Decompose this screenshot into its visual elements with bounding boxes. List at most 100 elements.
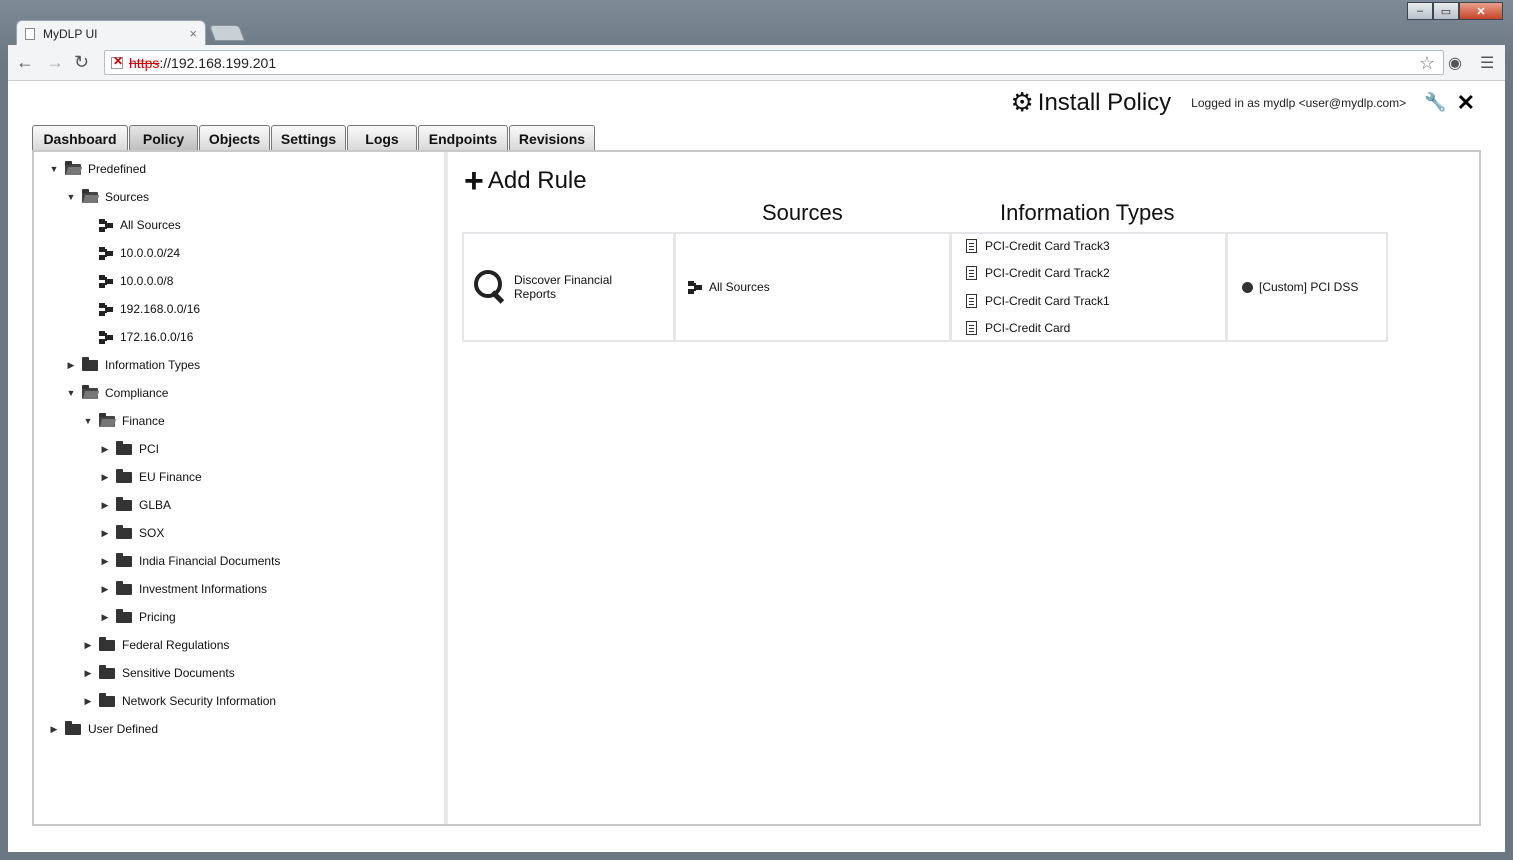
tree-label: India Financial Documents bbox=[139, 554, 281, 568]
network-icon bbox=[688, 280, 702, 294]
rule-information-types-cell[interactable]: PCI-Credit Card Track3 PCI-Credit Card T… bbox=[952, 234, 1228, 340]
collapsed-arrow-icon[interactable]: ▶ bbox=[82, 696, 94, 707]
collapsed-arrow-icon[interactable]: ▶ bbox=[99, 612, 111, 623]
tree-node-source[interactable]: All Sources bbox=[99, 215, 181, 235]
collapsed-arrow-icon[interactable]: ▶ bbox=[99, 528, 111, 539]
tree-node-investment-informations[interactable]: ▶ Investment Informations bbox=[99, 579, 267, 599]
collapsed-arrow-icon[interactable]: ▶ bbox=[82, 668, 94, 679]
tab-revisions[interactable]: Revisions bbox=[509, 125, 595, 151]
expanded-arrow-icon[interactable]: ▼ bbox=[82, 416, 94, 426]
insecure-lock-icon bbox=[111, 54, 123, 69]
folder-icon bbox=[99, 664, 115, 679]
tree-node-information-types[interactable]: ▶ Information Types bbox=[65, 355, 200, 375]
tree-label: GLBA bbox=[139, 498, 172, 512]
rule-row[interactable]: Discover Financial Reports All Sources P… bbox=[462, 232, 1388, 342]
folder-open-icon bbox=[82, 188, 98, 203]
address-bar[interactable]: https ://192.168.199.201 ☆ bbox=[104, 50, 1444, 75]
new-tab-button[interactable] bbox=[209, 25, 245, 41]
tab-settings[interactable]: Settings bbox=[271, 125, 346, 151]
install-policy-button[interactable]: ⚙ Install Policy bbox=[1010, 87, 1171, 118]
browser-tab[interactable]: MyDLP UI × bbox=[16, 20, 206, 46]
collapsed-arrow-icon[interactable]: ▶ bbox=[65, 360, 77, 371]
document-icon bbox=[966, 239, 977, 253]
tab-close-icon[interactable]: × bbox=[189, 26, 197, 41]
folder-icon bbox=[116, 580, 132, 595]
tree-node-pci[interactable]: ▶ PCI bbox=[99, 439, 159, 459]
tree-node-pricing[interactable]: ▶ Pricing bbox=[99, 607, 176, 627]
folder-open-icon bbox=[99, 412, 115, 427]
info-type-item[interactable]: PCI-Credit Card bbox=[966, 320, 1110, 335]
tree-label: PCI bbox=[139, 442, 160, 456]
tree-node-sensitive-documents[interactable]: ▶ Sensitive Documents bbox=[82, 663, 235, 683]
tree-node-federal-regulations[interactable]: ▶ Federal Regulations bbox=[82, 635, 229, 655]
tree-node-source[interactable]: 172.16.0.0/16 bbox=[99, 327, 193, 347]
rule-action-cell[interactable]: [Custom] PCI DSS bbox=[1228, 234, 1386, 340]
maximize-button[interactable]: ▭ bbox=[1433, 2, 1459, 20]
info-type-label: PCI-Credit Card Track3 bbox=[985, 239, 1110, 253]
tree-label: Compliance bbox=[105, 386, 169, 400]
info-type-label: PCI-Credit Card bbox=[985, 320, 1071, 335]
folder-icon bbox=[116, 608, 132, 623]
tree-node-source[interactable]: 192.168.0.0/16 bbox=[99, 299, 200, 319]
collapsed-arrow-icon[interactable]: ▶ bbox=[99, 584, 111, 595]
collapsed-arrow-icon[interactable]: ▶ bbox=[99, 500, 111, 511]
back-icon[interactable]: ← bbox=[16, 52, 34, 73]
info-type-item[interactable]: PCI-Credit Card Track1 bbox=[966, 293, 1110, 308]
expanded-arrow-icon[interactable]: ▼ bbox=[48, 164, 60, 174]
add-rule-button[interactable]: + Add Rule bbox=[464, 164, 587, 198]
tab-objects[interactable]: Objects bbox=[199, 125, 270, 151]
tab-logs[interactable]: Logs bbox=[347, 125, 417, 151]
document-icon bbox=[966, 266, 977, 281]
info-type-item[interactable]: PCI-Credit Card Track2 bbox=[966, 266, 1110, 281]
document-icon bbox=[966, 320, 977, 335]
expanded-arrow-icon[interactable]: ▼ bbox=[65, 388, 77, 398]
menu-icon[interactable]: ☰ bbox=[1480, 53, 1494, 73]
folder-icon bbox=[116, 440, 132, 455]
bookmark-star-icon[interactable]: ☆ bbox=[1419, 53, 1435, 74]
tree-node-india-financial-documents[interactable]: ▶ India Financial Documents bbox=[99, 551, 280, 571]
tree-label: Federal Regulations bbox=[122, 638, 230, 652]
network-icon bbox=[99, 246, 113, 260]
expanded-arrow-icon[interactable]: ▼ bbox=[65, 192, 77, 202]
tree-node-sources[interactable]: ▼ Sources bbox=[65, 187, 149, 207]
tree-label: Predefined bbox=[88, 162, 147, 176]
tree-node-eu-finance[interactable]: ▶ EU Finance bbox=[99, 467, 202, 487]
folder-icon bbox=[99, 692, 115, 707]
browser-toolbar: ← → ↻ https ://192.168.199.201 ☆ ◉ ☰ bbox=[8, 45, 1505, 81]
collapsed-arrow-icon[interactable]: ▶ bbox=[82, 640, 94, 651]
tree-label: 10.0.0.0/24 bbox=[120, 246, 181, 260]
rule-name-cell[interactable]: Discover Financial Reports bbox=[464, 234, 676, 340]
tree-node-glba[interactable]: ▶ GLBA bbox=[99, 495, 171, 515]
tab-dashboard[interactable]: Dashboard bbox=[32, 125, 128, 151]
collapsed-arrow-icon[interactable]: ▶ bbox=[48, 724, 60, 735]
collapsed-arrow-icon[interactable]: ▶ bbox=[99, 444, 111, 455]
tree-node-source[interactable]: 10.0.0.0/8 bbox=[99, 271, 173, 291]
logout-close-icon[interactable]: ✕ bbox=[1457, 90, 1475, 116]
forward-icon[interactable]: → bbox=[46, 52, 64, 73]
info-type-item[interactable]: PCI-Credit Card Track3 bbox=[966, 239, 1110, 253]
window-close-button[interactable]: ✕ bbox=[1459, 2, 1503, 20]
tree-node-compliance[interactable]: ▼ Compliance bbox=[65, 383, 168, 403]
extension-eye-icon[interactable]: ◉ bbox=[1448, 53, 1462, 73]
tree-node-sox[interactable]: ▶ SOX bbox=[99, 523, 164, 543]
tab-policy[interactable]: Policy bbox=[129, 125, 198, 151]
page-content: ⚙ Install Policy Logged in as mydlp <use… bbox=[8, 81, 1505, 852]
collapsed-arrow-icon[interactable]: ▶ bbox=[99, 556, 111, 567]
wrench-icon[interactable]: 🔧 bbox=[1424, 92, 1446, 113]
tree-label: User Defined bbox=[88, 722, 159, 736]
rule-sources-cell[interactable]: All Sources bbox=[676, 234, 952, 340]
info-type-list: PCI-Credit Card Track3 PCI-Credit Card T… bbox=[952, 239, 1110, 335]
folder-icon bbox=[82, 356, 98, 371]
action-dot-icon bbox=[1242, 281, 1253, 293]
reload-icon[interactable]: ↻ bbox=[74, 52, 89, 73]
tree-node-predefined[interactable]: ▼ Predefined bbox=[48, 159, 146, 179]
tab-endpoints[interactable]: Endpoints bbox=[418, 125, 508, 151]
header-actions: ⚙ Install Policy Logged in as mydlp <use… bbox=[1010, 87, 1475, 118]
tree-node-finance[interactable]: ▼ Finance bbox=[82, 411, 165, 431]
tree-node-network-security-information[interactable]: ▶ Network Security Information bbox=[82, 691, 276, 711]
collapsed-arrow-icon[interactable]: ▶ bbox=[99, 472, 111, 483]
tree-node-user-defined[interactable]: ▶ User Defined bbox=[48, 719, 158, 739]
minimize-button[interactable]: – bbox=[1407, 2, 1433, 20]
tree-node-source[interactable]: 10.0.0.0/24 bbox=[99, 243, 180, 263]
tree-label: All Sources bbox=[120, 218, 181, 232]
